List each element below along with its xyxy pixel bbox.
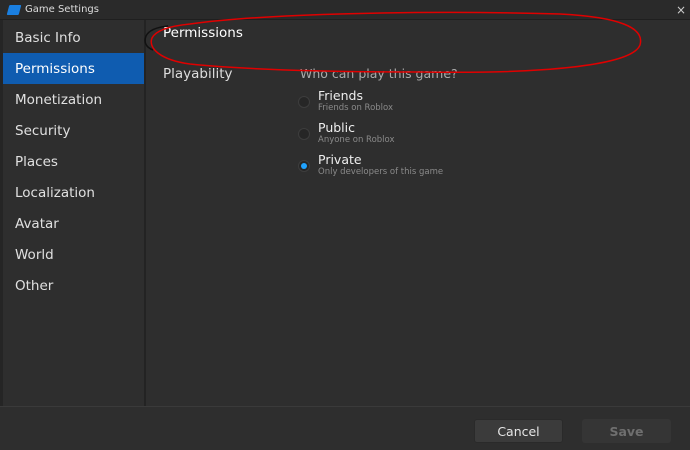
sidebar-item-other[interactable]: Other xyxy=(3,270,144,301)
sidebar-item-localization[interactable]: Localization xyxy=(3,177,144,208)
sidebar: Basic Info Permissions Monetization Secu… xyxy=(3,22,144,405)
sidebar-item-permissions[interactable]: Permissions xyxy=(3,53,144,84)
sidebar-item-places[interactable]: Places xyxy=(3,146,144,177)
sidebar-item-security[interactable]: Security xyxy=(3,115,144,146)
radio-selected-dot-icon xyxy=(301,163,307,169)
option-description: Anyone on Roblox xyxy=(318,135,395,145)
playability-label: Playability xyxy=(163,66,233,82)
option-description: Friends on Roblox xyxy=(318,103,394,113)
sidebar-item-basic-info[interactable]: Basic Info xyxy=(3,22,144,53)
sidebar-item-world[interactable]: World xyxy=(3,239,144,270)
radio-option-public[interactable]: Public Anyone on Roblox xyxy=(298,120,395,146)
roblox-studio-logo-icon xyxy=(6,4,22,15)
main-panel: Permissions Playability Who can play thi… xyxy=(146,20,690,406)
page-title: Permissions xyxy=(163,25,243,41)
save-button[interactable]: Save xyxy=(582,419,671,443)
radio-button[interactable] xyxy=(298,96,310,108)
option-label: Friends xyxy=(318,88,363,103)
title-bar: Game Settings × xyxy=(0,0,690,20)
sidebar-item-monetization[interactable]: Monetization xyxy=(3,84,144,115)
option-description: Only developers of this game xyxy=(318,167,444,177)
radio-button-selected[interactable] xyxy=(298,160,310,172)
radio-option-private[interactable]: Private Only developers of this game xyxy=(298,152,443,178)
option-label: Public xyxy=(318,120,355,135)
option-label: Private xyxy=(318,152,362,167)
window-title: Game Settings xyxy=(25,4,99,15)
sidebar-item-avatar[interactable]: Avatar xyxy=(3,208,144,239)
cancel-button[interactable]: Cancel xyxy=(474,419,563,443)
footer: Cancel Save xyxy=(0,406,690,450)
close-icon[interactable]: × xyxy=(676,3,686,17)
radio-option-friends[interactable]: Friends Friends on Roblox xyxy=(298,88,393,114)
playability-question: Who can play this game? xyxy=(300,66,458,81)
radio-button[interactable] xyxy=(298,128,310,140)
